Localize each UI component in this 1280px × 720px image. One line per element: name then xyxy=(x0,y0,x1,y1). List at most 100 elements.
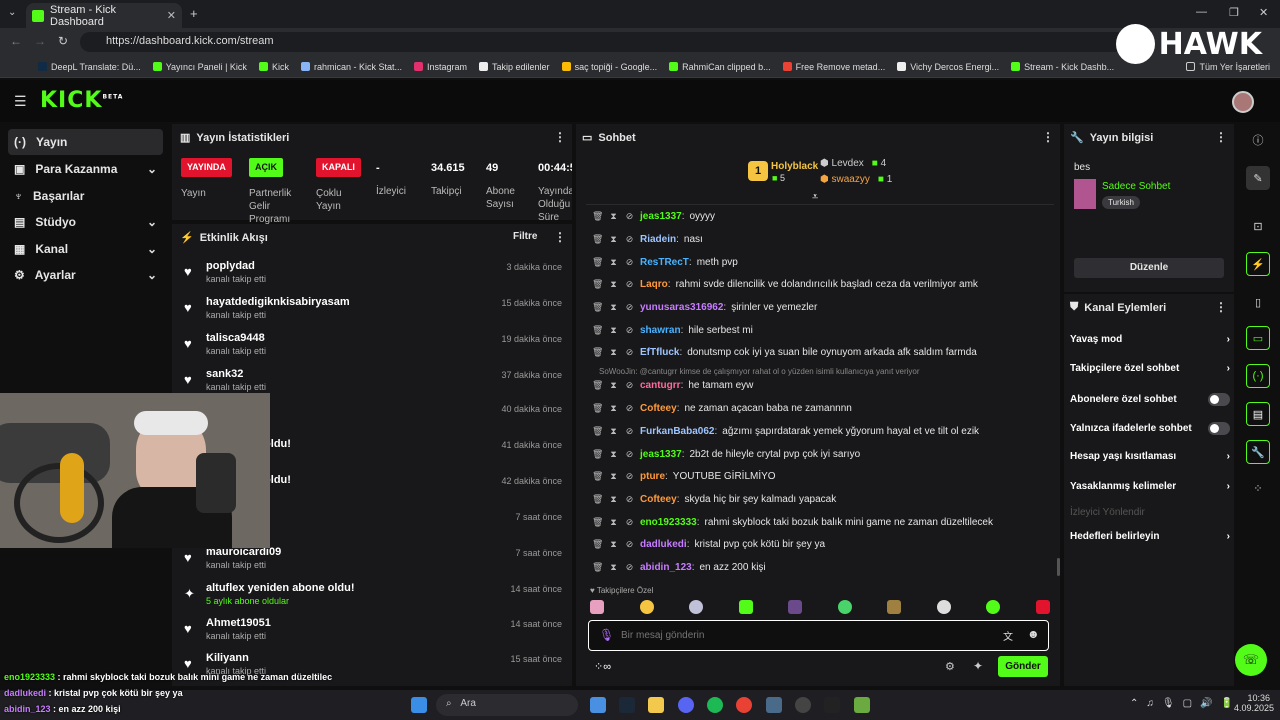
kick-logo[interactable]: KICKBETA xyxy=(40,88,123,113)
chat-tools-icon[interactable]: ⁘∞ xyxy=(594,660,611,673)
emote-icon[interactable] xyxy=(590,600,604,614)
expand-leaderboard-icon[interactable]: ⩡ xyxy=(812,191,818,204)
delete-icon[interactable]: 🗑 xyxy=(592,234,603,245)
ban-icon[interactable]: ⊘ xyxy=(624,426,635,437)
emote-icon[interactable] xyxy=(1035,600,1050,614)
top-gifter-3[interactable]: ⬢ swaazyy ■ 1 xyxy=(820,174,892,185)
sidebar-item-para-kazanma[interactable]: ▣ Para Kazanma ⌄ xyxy=(8,156,163,182)
event-user[interactable]: Ahmet19051 xyxy=(206,617,271,629)
bookmark-item[interactable]: RahmiCan clipped b... xyxy=(669,62,771,72)
delete-icon[interactable]: 🗑 xyxy=(592,471,603,482)
category-name[interactable]: Sadece Sohbet xyxy=(1102,181,1170,192)
filter-button[interactable]: Filtre xyxy=(513,231,537,242)
bookmark-item[interactable]: rahmican - Kick Stat... xyxy=(300,62,402,72)
event-user[interactable]: hayatdedigiknkisabiryasam xyxy=(206,296,350,308)
browser-tab[interactable]: Stream - Kick Dashboard ✕ xyxy=(26,3,182,28)
delete-icon[interactable]: 🗑 xyxy=(592,426,603,437)
event-user[interactable]: talisca9448 xyxy=(206,332,265,344)
ban-icon[interactable]: ⊘ xyxy=(624,517,635,528)
sidebar-item-basarilar[interactable]: ♆ Başarılar xyxy=(8,183,163,209)
windows-start-icon[interactable] xyxy=(411,697,427,713)
ban-icon[interactable]: ⊘ xyxy=(624,539,635,550)
delete-icon[interactable]: 🗑 xyxy=(592,380,603,391)
steam-icon[interactable] xyxy=(619,697,635,713)
timeout-icon[interactable]: ⧗ xyxy=(608,347,619,358)
event-user[interactable]: altuflex yeniden abone oldu! xyxy=(206,582,355,594)
broadcast-icon[interactable]: (·) xyxy=(1246,364,1270,388)
ban-icon[interactable]: ⊘ xyxy=(624,471,635,482)
chat-input-box[interactable]: 🎙 文 ☻ xyxy=(588,620,1049,651)
emote-icon[interactable] xyxy=(738,600,753,614)
chat-username[interactable]: eno1923333: xyxy=(640,517,700,528)
action-emotes-chat[interactable]: Yalnızca ifadelerle sohbet xyxy=(1070,422,1230,435)
tab-close-icon[interactable]: ✕ xyxy=(167,9,176,22)
back-icon[interactable]: ← xyxy=(10,34,22,48)
timeout-icon[interactable]: ⧗ xyxy=(608,234,619,245)
chat-username[interactable]: Cofteey: xyxy=(640,494,679,505)
taskbar-search[interactable]: ⌕ Ara xyxy=(436,694,578,716)
chat-username[interactable]: EfTfluck: xyxy=(640,347,682,358)
bookmark-item[interactable]: Kick xyxy=(258,62,289,72)
tab-list-icon[interactable]: ⌄ xyxy=(8,7,16,18)
delete-icon[interactable]: 🗑 xyxy=(592,302,603,313)
close-window-icon[interactable]: ✕ xyxy=(1259,6,1268,19)
timeout-icon[interactable]: ⧗ xyxy=(608,449,619,460)
reload-icon[interactable]: ↻ xyxy=(58,34,68,48)
timeout-icon[interactable]: ⧗ xyxy=(608,325,619,336)
new-tab-icon[interactable]: + xyxy=(190,6,198,21)
chat-username[interactable]: dadlukedi: xyxy=(640,539,689,550)
bookmark-item[interactable]: Takip edilenler xyxy=(479,62,550,72)
bookmark-item[interactable]: Stream - Kick Dashb... xyxy=(1011,62,1114,72)
minimize-icon[interactable]: — xyxy=(1196,6,1207,18)
system-tray-icons[interactable]: ⌃♫🎙▢🔊🔋 xyxy=(1130,698,1241,709)
sidebar-item-kanal[interactable]: ▦ Kanal ⌄ xyxy=(8,236,163,262)
taskbar-app-icon[interactable] xyxy=(590,697,606,713)
delete-icon[interactable]: 🗑 xyxy=(592,517,603,528)
avatar[interactable] xyxy=(1232,91,1254,113)
ban-icon[interactable]: ⊘ xyxy=(624,257,635,268)
chat-username[interactable]: abidin_123: xyxy=(640,562,694,573)
chat-username[interactable]: Riadein: xyxy=(640,234,679,245)
action-goals[interactable]: Hedefleri belirleyin › xyxy=(1070,531,1230,542)
event-user[interactable]: sank32 xyxy=(206,368,243,380)
sidebar-item-studyo[interactable]: ▤ Stüdyo ⌄ xyxy=(8,209,163,235)
emotes-toggle[interactable] xyxy=(1208,422,1230,435)
send-button[interactable]: Gönder xyxy=(998,656,1048,677)
emote-icon[interactable] xyxy=(788,600,803,614)
timeout-icon[interactable]: ⧗ xyxy=(608,403,619,414)
wrench-icon[interactable]: 🔧 xyxy=(1246,440,1270,464)
chat-username[interactable]: FurkanBaba062: xyxy=(640,426,717,437)
ban-icon[interactable]: ⊘ xyxy=(624,279,635,290)
url-field[interactable]: https://dashboard.kick.com/stream xyxy=(80,32,1130,52)
chat-menu-icon[interactable]: ⋮ xyxy=(1042,130,1054,144)
emote-icon[interactable] xyxy=(986,600,1001,614)
ban-icon[interactable]: ⊘ xyxy=(624,302,635,313)
timeout-icon[interactable]: ⧗ xyxy=(608,494,619,505)
document-icon[interactable]: ▯ xyxy=(1246,290,1270,314)
ban-icon[interactable]: ⊘ xyxy=(624,380,635,391)
delete-icon[interactable]: 🗑 xyxy=(592,494,603,505)
channel-actions-menu-icon[interactable]: ⋮ xyxy=(1215,300,1227,314)
info-icon[interactable]: ⓘ xyxy=(1246,128,1270,152)
action-subscribers-chat[interactable]: Abonelere özel sohbet xyxy=(1070,393,1230,406)
timeout-icon[interactable]: ⧗ xyxy=(608,471,619,482)
top-gifter-2[interactable]: ⬢ Levdex ■ 4 xyxy=(820,158,886,169)
edit-button[interactable]: Düzenle xyxy=(1074,258,1224,278)
ban-icon[interactable]: ⊘ xyxy=(624,234,635,245)
timeout-icon[interactable]: ⧗ xyxy=(608,279,619,290)
edit-icon[interactable]: ✎ xyxy=(1246,166,1270,190)
bookmark-item[interactable]: saç topiği - Google... xyxy=(561,62,657,72)
timeout-icon[interactable]: ⧗ xyxy=(608,426,619,437)
action-followers-chat[interactable]: Takipçilere özel sohbet › xyxy=(1070,363,1230,374)
bookmark-item[interactable]: Free Remove metad... xyxy=(782,62,885,72)
timeout-icon[interactable]: ⧗ xyxy=(608,380,619,391)
event-user[interactable]: poplydad xyxy=(206,260,255,272)
bookmark-item[interactable]: Instagram xyxy=(413,62,467,72)
timeout-icon[interactable]: ⧗ xyxy=(608,302,619,313)
timeout-icon[interactable]: ⧗ xyxy=(608,517,619,528)
bolt-icon[interactable]: ⚡ xyxy=(1246,252,1270,276)
chat-username[interactable]: jeas1337: xyxy=(640,449,685,460)
timeout-icon[interactable]: ⧗ xyxy=(608,211,619,222)
clock[interactable]: 10:36 4.09.2025 xyxy=(1234,693,1274,713)
action-banned-words[interactable]: Yasaklanmış kelimeler › xyxy=(1070,481,1230,492)
